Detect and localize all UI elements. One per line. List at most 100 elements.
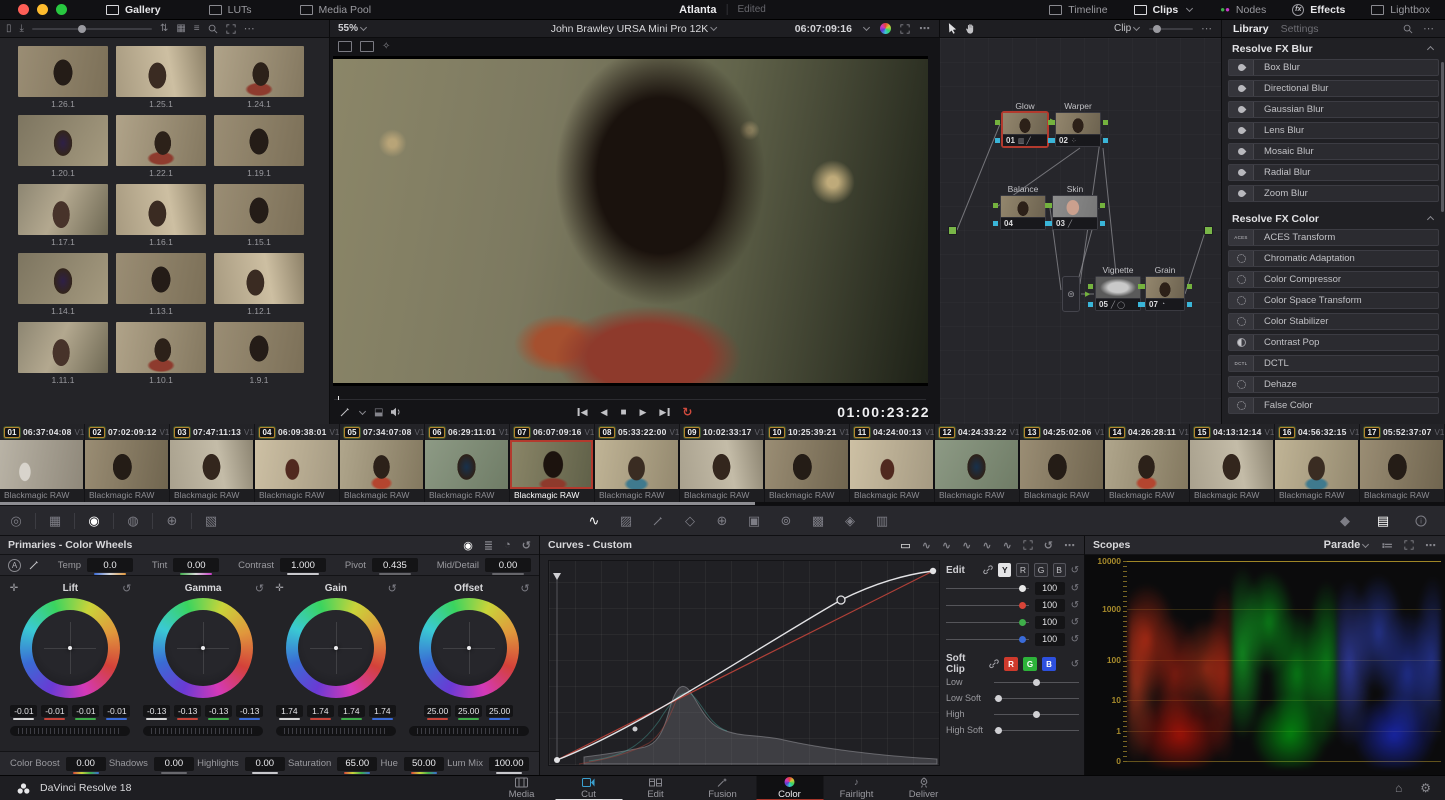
library-options-icon[interactable]: ⋯ [1423, 22, 1435, 35]
grab-tool-icon[interactable] [340, 407, 350, 417]
clip-thumbnail[interactable] [85, 440, 170, 489]
sort-icon[interactable]: ⇅ [160, 23, 168, 34]
stop-button[interactable]: ■ [620, 407, 626, 418]
clip-thumbnail[interactable] [0, 440, 85, 489]
scope-settings-icon[interactable]: ≔ [1381, 539, 1393, 552]
offset-color-wheel[interactable] [418, 598, 519, 698]
hue-vs-hue-icon[interactable]: ∿ [922, 539, 931, 552]
y-channel-slider[interactable] [946, 585, 1029, 592]
loop-playback-icon[interactable]: ↻ [682, 405, 692, 419]
node-layer-mixer[interactable]: ⊜ [1062, 276, 1080, 312]
timeline-clip[interactable]: 13 04:25:02:06 V1 Blackmagic RAW [1020, 424, 1105, 502]
gallery-still[interactable]: 1.12.1 [210, 253, 308, 316]
node-zoom-slider[interactable] [1149, 24, 1193, 33]
mid-detail-value[interactable]: 0.00 [484, 558, 531, 575]
project-manager-icon[interactable]: ⌂ [1395, 781, 1402, 795]
clip-thumbnail[interactable] [680, 440, 765, 489]
image-wipe-icon[interactable]: ⬓ [374, 407, 383, 418]
library-item[interactable]: Contrast Pop [1228, 334, 1439, 351]
color-match-icon[interactable]: ▦ [39, 510, 71, 532]
rgb-mixer-icon[interactable]: ⊕ [156, 510, 188, 532]
gain-value[interactable]: 1.74 [306, 705, 334, 720]
key-icon[interactable]: ▩ [802, 510, 834, 532]
curve-editor[interactable] [548, 560, 940, 766]
sat-vs-sat-icon[interactable]: ∿ [1003, 539, 1012, 552]
curves-options-icon[interactable]: ⋯ [1064, 539, 1076, 552]
tracker-icon[interactable]: ⊕ [706, 510, 738, 532]
g-channel-value[interactable]: 100 [1034, 616, 1065, 629]
saturation-value[interactable]: 65.00 [337, 756, 378, 774]
offset-master-wheel[interactable] [408, 726, 529, 736]
curves-icon[interactable]: ∿ [578, 510, 610, 532]
gamma-reset-icon[interactable]: ↺ [250, 582, 270, 595]
gamma-color-wheel[interactable] [153, 598, 254, 698]
clip-thumbnail[interactable] [340, 440, 425, 489]
gallery-still[interactable]: 1.20.1 [14, 115, 112, 178]
library-item[interactable]: Color Compressor [1228, 271, 1439, 288]
clip-thumbnail[interactable] [935, 440, 1020, 489]
page-fusion[interactable]: Fusion [689, 776, 756, 800]
highlights-value[interactable]: 0.00 [244, 756, 285, 774]
still-thumbnail[interactable] [116, 253, 206, 304]
expand-panel-icon[interactable] [226, 23, 236, 34]
timeline-clip[interactable]: 16 04:56:32:15 V1 Blackmagic RAW [1275, 424, 1360, 502]
gallery-still[interactable]: 1.16.1 [112, 184, 210, 247]
gallery-still[interactable]: 1.17.1 [14, 184, 112, 247]
curves-expand-icon[interactable] [1023, 540, 1033, 550]
library-item[interactable]: Lens Blur [1228, 122, 1439, 139]
library-item[interactable]: Zoom Blur [1228, 185, 1439, 202]
luts-button[interactable]: LUTs [200, 2, 261, 18]
lift-color-wheel[interactable] [20, 598, 121, 698]
high-slider[interactable] [994, 710, 1079, 718]
library-section-header[interactable]: Resolve FX Blur [1222, 38, 1445, 59]
gain-value[interactable]: 1.74 [275, 705, 303, 720]
gallery-still[interactable]: 1.22.1 [112, 115, 210, 178]
gallery-still[interactable]: 1.25.1 [112, 46, 210, 109]
lift-value[interactable]: -0.01 [103, 705, 131, 720]
library-item[interactable]: Directional Blur [1228, 80, 1439, 97]
blur-palette-icon[interactable]: ⊚ [770, 510, 802, 532]
scopes-toggle-icon[interactable]: ▤ [1367, 510, 1399, 532]
node-source-input[interactable] [948, 226, 957, 235]
timeline-clip[interactable]: 08 05:33:22:00 V1 Blackmagic RAW [595, 424, 680, 502]
timeline-clip[interactable]: 11 04:24:00:13 V1 Blackmagic RAW [850, 424, 935, 502]
gallery-options-icon[interactable]: ⋯ [244, 22, 256, 35]
gamma-master-wheel[interactable] [143, 726, 264, 736]
lift-value[interactable]: -0.01 [41, 705, 69, 720]
still-thumbnail[interactable] [214, 115, 304, 166]
source-timecode[interactable]: 06:07:09:16 [795, 23, 852, 35]
channel-g-button[interactable]: G [1034, 563, 1048, 577]
still-thumbnail[interactable] [116, 322, 206, 373]
edit-reset-icon[interactable]: ↺ [1071, 565, 1079, 576]
project-settings-icon[interactable]: ⚙ [1420, 781, 1431, 795]
timeline-clip[interactable]: 02 07:02:09:12 V1 Blackmagic RAW [85, 424, 170, 502]
clip-thumbnail[interactable] [1105, 440, 1190, 489]
viewer-clip-name[interactable]: John Brawley URSA Mini Pro 12K [551, 23, 719, 35]
clip-thumbnail[interactable] [595, 440, 680, 489]
custom-curve-icon[interactable]: ▭ [900, 539, 910, 552]
timeline-clip[interactable]: 05 07:34:07:08 V1 Blackmagic RAW [340, 424, 425, 502]
maximize-window-icon[interactable] [56, 4, 67, 15]
pivot-value[interactable]: 0.435 [371, 558, 418, 575]
info-icon[interactable]: i [1405, 510, 1437, 532]
chevron-down-icon[interactable] [358, 407, 367, 415]
gain-reset-icon[interactable]: ↺ [382, 582, 402, 595]
timeline-clip[interactable]: 04 06:09:38:01 V1 Blackmagic RAW [255, 424, 340, 502]
scope-mode-select[interactable]: Parade [1324, 539, 1371, 551]
thumbnail-view-icon[interactable]: ▦ [176, 23, 185, 34]
gallery-still[interactable]: 1.14.1 [14, 253, 112, 316]
contrast-value[interactable]: 1.000 [280, 558, 327, 575]
gallery-still[interactable]: 1.11.1 [14, 322, 112, 385]
crosshair-icon[interactable]: ✛ [4, 583, 24, 594]
magic-mask-icon[interactable]: ▣ [738, 510, 770, 532]
list-view-icon[interactable]: ≡ [194, 23, 200, 34]
still-thumbnail[interactable] [18, 46, 108, 97]
node-vignette[interactable]: Vignette 05 ╱ ◯ [1088, 265, 1148, 311]
gallery-still[interactable]: 1.13.1 [112, 253, 210, 316]
reset-icon[interactable]: ↺ [1071, 634, 1079, 645]
nodes-button[interactable]: ●● Nodes [1211, 2, 1275, 18]
gallery-button[interactable]: Gallery [97, 2, 170, 18]
viewer-zoom-level[interactable]: 55% [338, 23, 368, 34]
timeline-clip[interactable]: 15 04:13:12:14 V1 Blackmagic RAW [1190, 424, 1275, 502]
node-warper[interactable]: Warper 02 ⁘ [1048, 101, 1108, 147]
